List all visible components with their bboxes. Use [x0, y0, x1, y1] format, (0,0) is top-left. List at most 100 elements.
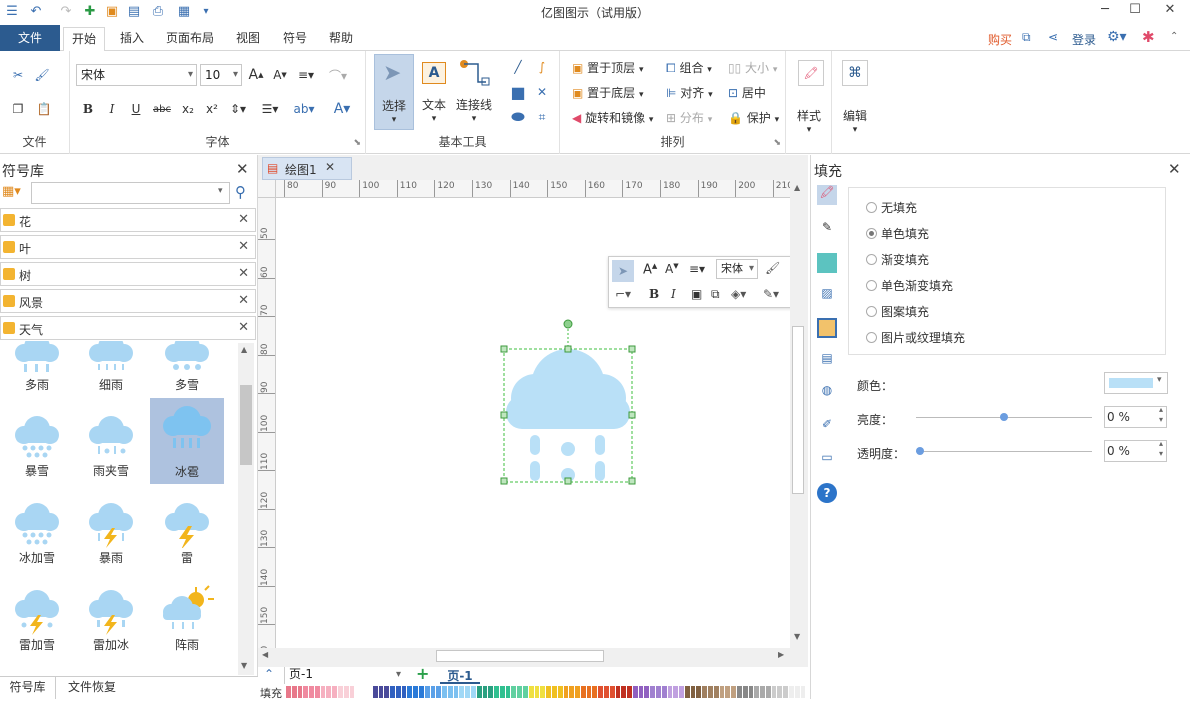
library-search-input[interactable]	[31, 182, 230, 204]
edit-group[interactable]: ⌘ 编辑 ▾	[832, 51, 878, 154]
category-tree[interactable]: 树 ✕	[0, 262, 256, 286]
share-icon[interactable]: ⋖	[1048, 30, 1058, 44]
align-button[interactable]: ⊫ 对齐 ▾	[666, 84, 713, 101]
category-scenery[interactable]: 风景 ✕	[0, 289, 256, 313]
palette-swatch[interactable]	[748, 686, 754, 698]
palette-swatch[interactable]	[690, 686, 696, 698]
palette-swatch[interactable]	[303, 686, 309, 698]
palette-swatch[interactable]	[459, 686, 465, 698]
close-library-icon[interactable]: ✕	[236, 160, 249, 178]
palette-swatch[interactable]	[644, 686, 650, 698]
bullets-icon[interactable]: ☰▾	[260, 99, 280, 119]
palette-swatch[interactable]	[598, 686, 603, 698]
palette-swatch[interactable]	[586, 686, 592, 698]
palette-swatch[interactable]	[650, 686, 655, 698]
palette-swatch[interactable]	[338, 686, 343, 698]
palette-swatch[interactable]	[731, 686, 736, 698]
page-panel-icon[interactable]: ▤	[817, 351, 837, 371]
add-page-icon[interactable]: +	[416, 664, 429, 683]
close-category-icon[interactable]: ✕	[238, 293, 249, 308]
brightness-slider-track[interactable]	[916, 413, 1092, 421]
login-link[interactable]: 登录	[1072, 31, 1096, 48]
palette-swatch[interactable]	[546, 686, 551, 698]
palette-swatch[interactable]	[517, 686, 523, 698]
line-spacing-icon[interactable]: ⌒▾	[328, 65, 348, 85]
tab-symbol[interactable]: 符号	[275, 27, 315, 51]
palette-swatch[interactable]	[615, 686, 621, 698]
palette-swatch[interactable]	[540, 686, 546, 698]
underline-icon[interactable]: U	[126, 99, 146, 119]
category-leaf[interactable]: 叶 ✕	[0, 235, 256, 259]
symbol-thunder-ice[interactable]: 雷加冰	[74, 571, 148, 657]
font-color-icon[interactable]: A▾	[332, 99, 352, 119]
close-category-icon[interactable]: ✕	[238, 320, 249, 335]
palette-swatch[interactable]	[413, 686, 418, 698]
palette-swatch[interactable]	[332, 686, 338, 698]
canvas-horizontal-scrollbar[interactable]: ◀ ▶	[258, 648, 790, 664]
font-dialog-launcher-icon[interactable]: ⬊	[353, 138, 361, 148]
transparency-slider-track[interactable]	[916, 447, 1092, 455]
palette-swatch[interactable]	[471, 686, 476, 698]
tab-insert[interactable]: 插入	[112, 27, 152, 51]
page-tab[interactable]: 页-1	[440, 667, 480, 684]
palette-swatch[interactable]	[361, 686, 366, 698]
font-name-select[interactable]: 宋体	[76, 64, 197, 86]
float-italic-icon[interactable]: I	[671, 287, 676, 301]
palette-swatch[interactable]	[551, 686, 557, 698]
palette-swatch[interactable]	[372, 686, 378, 698]
palette-swatch[interactable]	[291, 686, 297, 698]
palette-swatch[interactable]	[418, 686, 424, 698]
palette-swatch[interactable]	[407, 686, 413, 698]
canvas-vertical-scrollbar[interactable]: ▲ ▼	[790, 180, 806, 648]
close-fill-panel-icon[interactable]: ✕	[1168, 160, 1181, 178]
palette-swatch[interactable]	[627, 686, 632, 698]
transparency-input[interactable]: 0 %	[1104, 439, 1167, 462]
palette-swatch[interactable]	[563, 686, 569, 698]
color-picker[interactable]: ▾	[1104, 372, 1168, 394]
palette-swatch[interactable]	[800, 686, 806, 698]
font-size-select[interactable]: 10	[200, 64, 242, 86]
spacing-icon[interactable]: ⇕▾	[228, 99, 248, 119]
palette-swatch[interactable]	[488, 686, 494, 698]
transparency-slider-thumb[interactable]	[916, 447, 924, 455]
palette-swatch[interactable]	[482, 686, 488, 698]
palette-swatch[interactable]	[765, 686, 771, 698]
line-panel-icon[interactable]: ✎	[817, 220, 837, 240]
symbol-ice-snow[interactable]: 冰加雪	[0, 484, 74, 570]
palette-swatch[interactable]	[742, 686, 748, 698]
option-single-gradient[interactable]: 单色渐变填充	[881, 277, 953, 294]
highlight-icon[interactable]: ab▾	[294, 99, 315, 119]
palette-swatch[interactable]	[528, 686, 534, 698]
palette-swatch[interactable]	[679, 686, 684, 698]
curve-tool-icon[interactable]: ∫	[532, 57, 552, 77]
size-button[interactable]: ▯▯ 大小 ▾	[728, 59, 777, 76]
symbol-shower[interactable]: 阵雨	[150, 571, 224, 657]
tab-view[interactable]: 视图	[228, 27, 268, 51]
palette-swatch[interactable]	[465, 686, 470, 698]
symbol-thunder[interactable]: 雷	[150, 484, 224, 570]
palette-swatch[interactable]	[777, 686, 783, 698]
center-button[interactable]: ⊡ 居中	[728, 84, 766, 101]
palette-swatch[interactable]	[725, 686, 731, 698]
option-pattern-fill[interactable]: 图案填充	[881, 303, 929, 320]
palette-swatch[interactable]	[603, 686, 609, 698]
palette-swatch[interactable]	[638, 686, 644, 698]
palette-swatch[interactable]	[349, 686, 355, 698]
palette-swatch[interactable]	[366, 686, 372, 698]
crop-tool-icon[interactable]: ⌗	[532, 107, 552, 127]
option-picture-fill[interactable]: 图片或纹理填充	[881, 329, 965, 346]
palette-swatch[interactable]	[442, 686, 447, 698]
protect-button[interactable]: 🔒 保护 ▾	[728, 109, 779, 126]
brightness-slider-thumb[interactable]	[1000, 413, 1008, 421]
palette-swatch[interactable]	[684, 686, 690, 698]
pen-tool-icon[interactable]: ✕	[532, 82, 552, 102]
palette-swatch[interactable]	[494, 686, 499, 698]
canvas-hscroll-thumb[interactable]	[436, 650, 604, 662]
page-select[interactable]: 页-1	[284, 667, 404, 684]
palette-swatch[interactable]	[401, 686, 407, 698]
palette-swatch[interactable]	[505, 686, 511, 698]
palette-swatch[interactable]	[557, 686, 563, 698]
close-category-icon[interactable]: ✕	[238, 212, 249, 227]
search-dropdown-icon[interactable]: ▾	[218, 186, 223, 196]
align-icon[interactable]: ≡▾	[296, 65, 316, 85]
